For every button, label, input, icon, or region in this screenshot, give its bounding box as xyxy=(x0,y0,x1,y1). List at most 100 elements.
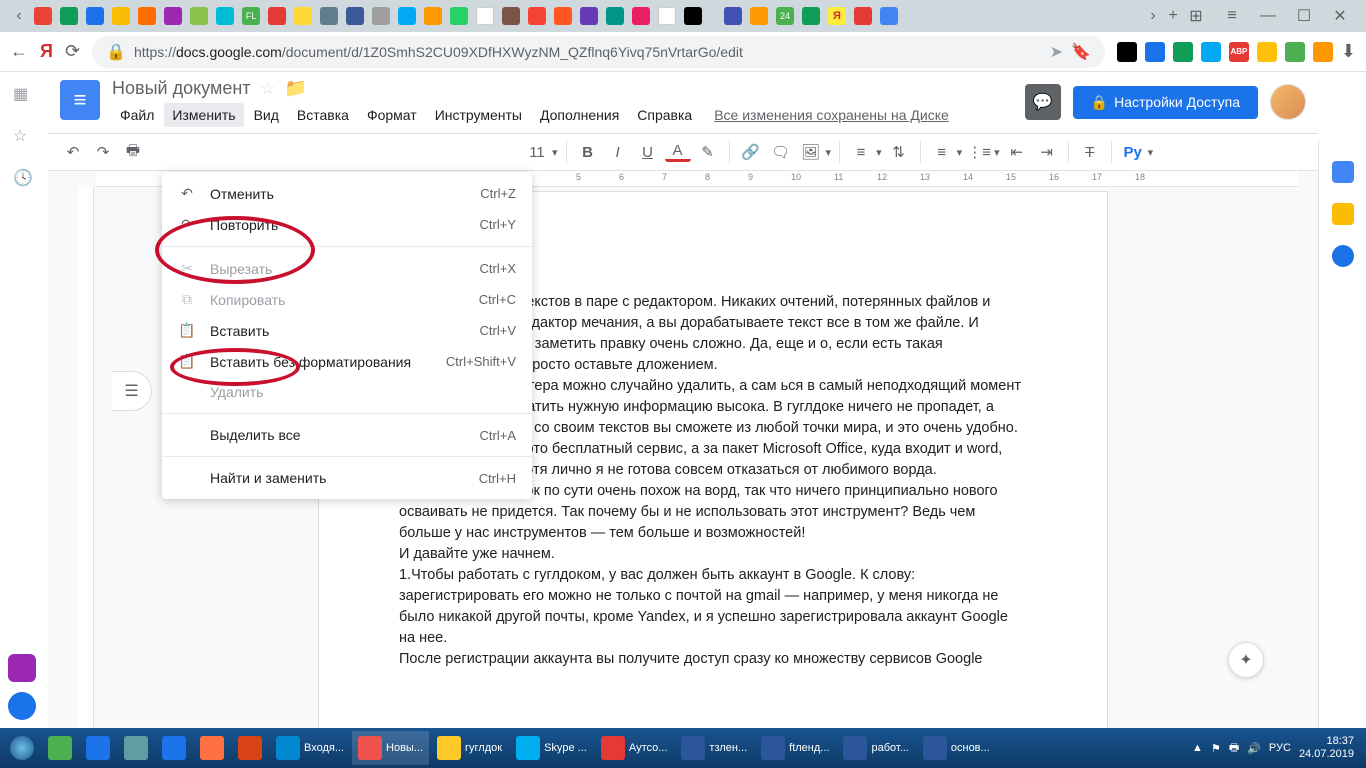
tabs-scroll-left-icon[interactable]: ‹ xyxy=(10,7,28,25)
document-title[interactable]: Новый документ xyxy=(112,78,251,99)
clear-format-icon[interactable]: T xyxy=(1077,139,1103,165)
taskbar-item[interactable]: Входя... xyxy=(270,731,350,765)
tab-icon[interactable] xyxy=(606,7,624,25)
chevron-down-icon[interactable]: ▾ xyxy=(876,146,882,159)
vertical-ruler[interactable] xyxy=(78,187,94,728)
tab-icon[interactable] xyxy=(476,7,494,25)
tab-icon[interactable] xyxy=(216,7,234,25)
tray-icon[interactable]: ▲ xyxy=(1192,742,1203,754)
reload-icon[interactable]: ⟳ xyxy=(65,41,80,62)
taskbar-item[interactable]: Skype ... xyxy=(510,731,593,765)
menu-формат[interactable]: Формат xyxy=(359,103,425,127)
tab-icon[interactable] xyxy=(372,7,390,25)
chevron-down-icon[interactable]: ▾ xyxy=(994,146,1000,159)
input-tools-icon[interactable]: Ру xyxy=(1120,139,1146,165)
new-tab-icon[interactable]: + xyxy=(1164,7,1182,25)
bulleted-list-icon[interactable]: ⋮≡ xyxy=(966,139,992,165)
outdent-icon[interactable]: ⇤ xyxy=(1004,139,1030,165)
chevron-down-icon[interactable]: ▾ xyxy=(1148,146,1154,159)
apps-icon[interactable]: ▦ xyxy=(13,84,35,106)
minimize-icon[interactable]: — xyxy=(1256,4,1280,28)
back-icon[interactable]: ← xyxy=(10,41,28,62)
taskbar-item[interactable] xyxy=(80,731,116,765)
send-icon[interactable]: ➤ xyxy=(1050,42,1063,62)
menu-icon[interactable]: ≡ xyxy=(1220,4,1244,28)
link-icon[interactable]: 🔗 xyxy=(738,139,764,165)
ext-icon-abp[interactable]: ABP xyxy=(1229,42,1249,62)
taskbar-item[interactable] xyxy=(118,731,154,765)
ext-icon[interactable] xyxy=(1173,42,1193,62)
tab-icon-active[interactable] xyxy=(880,7,898,25)
ext-icon[interactable] xyxy=(1285,42,1305,62)
menu-справка[interactable]: Справка xyxy=(629,103,700,127)
ext-icon[interactable] xyxy=(1145,42,1165,62)
tab-icon[interactable] xyxy=(164,7,182,25)
tab-icon[interactable] xyxy=(450,7,468,25)
url-input[interactable]: 🔒 https://docs.google.com/document/d/1Z0… xyxy=(92,36,1105,68)
outline-toggle-icon[interactable]: ☰ xyxy=(112,371,152,411)
start-button[interactable] xyxy=(4,731,40,765)
calendar-icon[interactable] xyxy=(1332,161,1354,183)
numbered-list-icon[interactable]: ≡ xyxy=(929,139,955,165)
tab-icon[interactable] xyxy=(684,7,702,25)
tab-icon[interactable]: 24 xyxy=(776,7,794,25)
menu-вставка[interactable]: Вставка xyxy=(289,103,357,127)
redo-icon[interactable]: ↷ xyxy=(90,139,116,165)
tab-icon[interactable]: Я xyxy=(828,7,846,25)
tab-icon[interactable] xyxy=(398,7,416,25)
folder-icon[interactable]: 📁 xyxy=(285,78,307,99)
menu-item-Найти и заменить[interactable]: Найти и заменитьCtrl+H xyxy=(162,463,532,493)
docs-logo-icon[interactable]: ≡ xyxy=(60,80,100,120)
ext-icon[interactable] xyxy=(1313,42,1333,62)
tab-icon[interactable] xyxy=(750,7,768,25)
tab-icon[interactable] xyxy=(320,7,338,25)
taskbar-item[interactable]: тзлен... xyxy=(675,731,753,765)
taskbar-item[interactable] xyxy=(232,731,268,765)
tray-icon[interactable]: 🔊 xyxy=(1247,742,1261,755)
italic-icon[interactable]: I xyxy=(605,139,631,165)
menu-item-Вставить[interactable]: 📋ВставитьCtrl+V xyxy=(162,315,532,346)
indent-icon[interactable]: ⇥ xyxy=(1034,139,1060,165)
history-icon[interactable]: 🕓 xyxy=(13,168,35,190)
tray-lang[interactable]: РУС xyxy=(1269,742,1291,754)
taskbar-item[interactable] xyxy=(42,731,78,765)
font-size[interactable]: 11 xyxy=(524,139,550,165)
ext-icon[interactable] xyxy=(1117,42,1137,62)
taskbar-item[interactable]: основ... xyxy=(917,731,996,765)
tab-icon[interactable] xyxy=(268,7,286,25)
tab-icon[interactable] xyxy=(60,7,78,25)
tab-icon[interactable] xyxy=(802,7,820,25)
tab-icon[interactable] xyxy=(112,7,130,25)
text-color-icon[interactable]: A xyxy=(665,142,691,162)
menu-изменить[interactable]: Изменить xyxy=(164,103,243,127)
tab-icon[interactable] xyxy=(190,7,208,25)
taskbar-item[interactable]: работ... xyxy=(837,731,914,765)
keep-icon[interactable] xyxy=(1332,203,1354,225)
panel-icon[interactable]: ⊞ xyxy=(1184,4,1208,28)
tabs-scroll-right-icon[interactable]: › xyxy=(1144,7,1162,25)
ext-icon[interactable] xyxy=(1257,42,1277,62)
undo-icon[interactable]: ↶ xyxy=(60,139,86,165)
tab-icon[interactable] xyxy=(554,7,572,25)
tab-icon[interactable] xyxy=(854,7,872,25)
user-avatar[interactable] xyxy=(1270,84,1306,120)
taskbar-item[interactable]: гуглдок xyxy=(431,731,508,765)
comments-button[interactable]: 💬 xyxy=(1025,84,1061,120)
side-app-icon[interactable] xyxy=(8,654,36,682)
tab-icon[interactable] xyxy=(138,7,156,25)
menu-дополнения[interactable]: Дополнения xyxy=(532,103,627,127)
tab-icon[interactable] xyxy=(658,7,676,25)
chevron-down-icon[interactable]: ▾ xyxy=(826,146,832,159)
alice-icon[interactable] xyxy=(8,692,36,720)
menu-вид[interactable]: Вид xyxy=(246,103,287,127)
menu-item-Выделить все[interactable]: Выделить всеCtrl+A xyxy=(162,420,532,450)
tab-icon[interactable] xyxy=(86,7,104,25)
taskbar-item[interactable]: ftленд... xyxy=(755,731,835,765)
share-button[interactable]: 🔒 Настройки Доступа xyxy=(1073,86,1258,119)
comment-icon[interactable]: 🗨 xyxy=(768,139,794,165)
highlight-icon[interactable]: ✎ xyxy=(695,139,721,165)
explore-button[interactable]: ✦ xyxy=(1228,642,1264,678)
print-icon[interactable]: 🖶 xyxy=(120,139,146,165)
yandex-icon[interactable]: Я xyxy=(40,41,53,62)
taskbar-item[interactable] xyxy=(156,731,192,765)
